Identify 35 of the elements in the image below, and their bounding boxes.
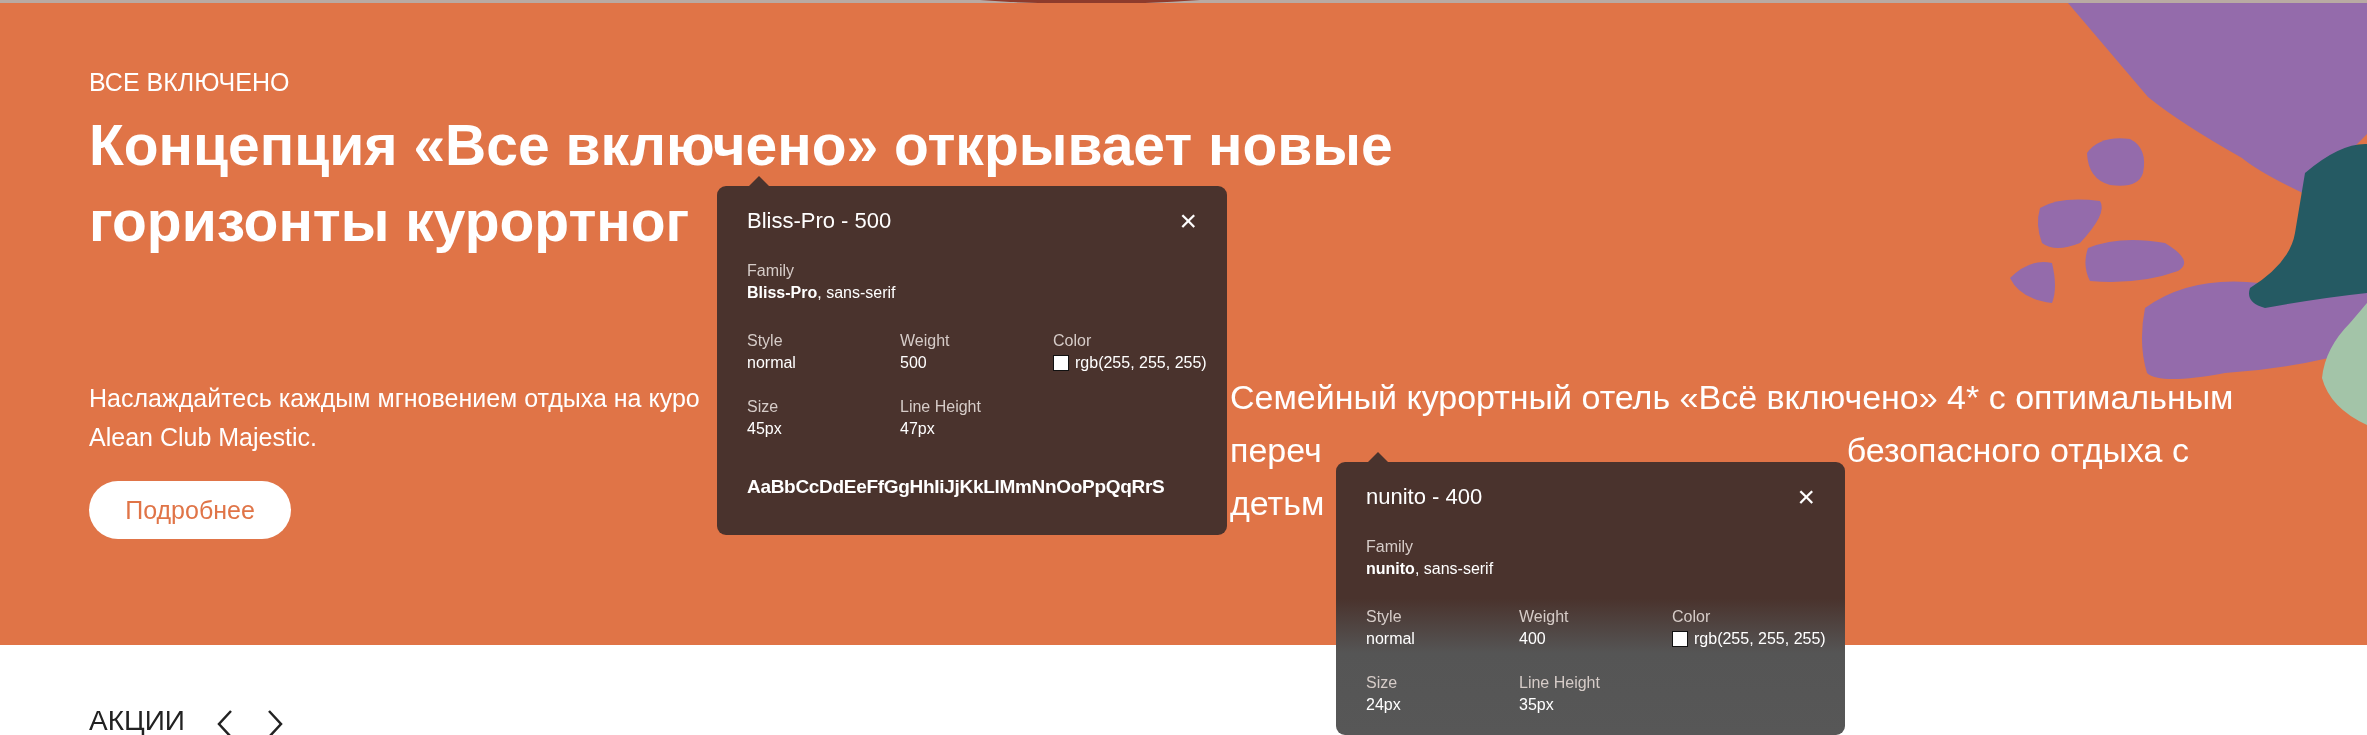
field-label: Color bbox=[1672, 607, 1712, 627]
field-label: Weight bbox=[1519, 607, 1570, 627]
field-value: 47px bbox=[900, 419, 935, 439]
field-value: rgb(255, 255, 255) bbox=[1075, 353, 1207, 373]
field-label: Style bbox=[1366, 607, 1403, 627]
popup-title: nunito - 400 bbox=[1366, 484, 1483, 510]
description-text: переч bbox=[1230, 430, 1322, 471]
field-value: nunito, sans-serif bbox=[1366, 559, 1495, 579]
field-label: Line Height bbox=[900, 397, 982, 417]
section-title: АКЦИИ bbox=[89, 705, 185, 735]
field-label: Size bbox=[747, 397, 780, 417]
description-text: безопасного отдыха с bbox=[1846, 430, 2189, 471]
field-label: Color bbox=[1053, 331, 1093, 351]
field-label: Size bbox=[1366, 673, 1399, 693]
field-label: Family bbox=[1366, 537, 1415, 557]
field-label: Line Height bbox=[1519, 673, 1601, 693]
field-value: normal bbox=[747, 353, 796, 373]
field-value: rgb(255, 255, 255) bbox=[1694, 629, 1826, 649]
field-label: Family bbox=[747, 261, 796, 281]
eyebrow-label: ВСЕ ВКЛЮЧЕНО bbox=[89, 67, 291, 97]
description-text: Семейный курортный отель «Всё включено» 4* с оптимальным bbox=[1230, 377, 2234, 418]
field-value: 400 bbox=[1519, 629, 1546, 649]
field-value: 24px bbox=[1366, 695, 1401, 715]
field-value: 500 bbox=[900, 353, 927, 373]
field-label: Style bbox=[747, 331, 784, 351]
field-value: 35px bbox=[1519, 695, 1554, 715]
description-text: детьм bbox=[1230, 483, 1325, 524]
field-value: 45px bbox=[747, 419, 782, 439]
field-value: Bliss-Pro, sans-serif bbox=[747, 283, 897, 303]
field-label: Weight bbox=[900, 331, 951, 351]
popup-title: Bliss-Pro - 500 bbox=[747, 208, 892, 234]
font-sample-text: AaBbCcDdEeFfGgHhIiJjKkLlMmNnOoPpQqRrS bbox=[747, 476, 1166, 498]
field-value: normal bbox=[1366, 629, 1415, 649]
intro-text: Наслаждайтесь каждым мгновением отдыха на куро bbox=[89, 383, 700, 414]
intro-text: Alean Club Majestic. bbox=[89, 422, 317, 453]
